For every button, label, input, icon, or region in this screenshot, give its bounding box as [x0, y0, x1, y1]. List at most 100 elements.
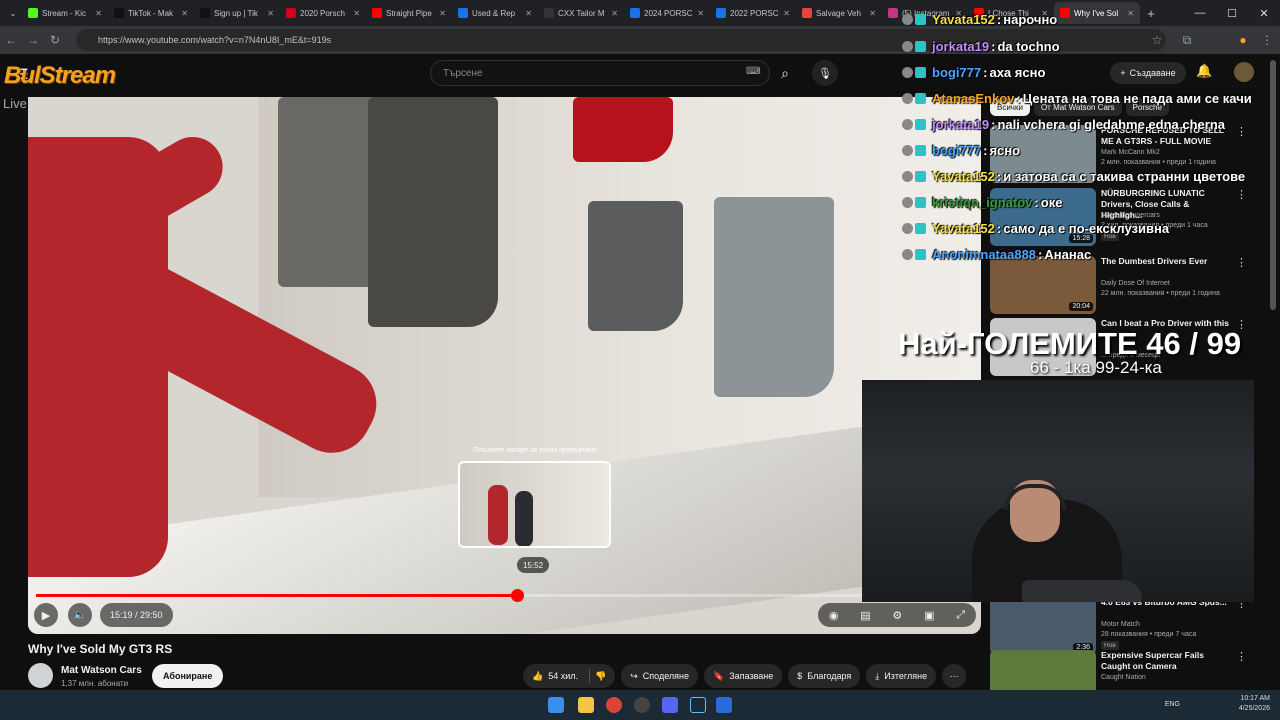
play-button[interactable]: ▶ — [34, 603, 58, 627]
chat-badge-icon — [915, 222, 926, 234]
more-options-icon[interactable]: ⋮ — [1236, 125, 1247, 138]
chat-badge-icon — [915, 92, 926, 104]
search-icon[interactable]: ⌕ — [770, 60, 800, 86]
create-label: Създаване — [1129, 68, 1176, 78]
close-icon[interactable]: ✕ — [1248, 0, 1280, 26]
video-frame-swatch — [714, 197, 834, 397]
keyboard-icon[interactable]: ⌨ — [746, 66, 760, 77]
browser-tab[interactable]: Used & Rep ✕ — [452, 2, 538, 24]
subtitles-icon[interactable]: ▤ — [860, 609, 870, 622]
chat-separator: : — [991, 116, 996, 132]
new-tab-button[interactable]: + — [1140, 2, 1162, 24]
recommendation-channel[interactable]: Motor Match — [1101, 621, 1140, 628]
recommendation-channel[interactable]: Mark McCann Mk2 — [1101, 149, 1160, 156]
browser-tab[interactable]: Stream - Kic ✕ — [22, 2, 108, 24]
tab-close-icon[interactable]: ✕ — [1127, 9, 1134, 18]
file-explorer-icon[interactable] — [578, 697, 594, 713]
tab-close-icon[interactable]: ✕ — [525, 9, 532, 18]
page-scrollbar[interactable] — [1270, 60, 1276, 310]
recommendation-channel[interactable]: Caught Nation — [1101, 674, 1146, 681]
tab-favicon-icon — [630, 8, 640, 18]
more-options-icon[interactable]: ⋮ — [1236, 188, 1247, 201]
fullscreen-icon[interactable]: ⤢ — [956, 609, 965, 622]
obs-icon[interactable] — [634, 697, 650, 713]
video-player[interactable]: Плъзнете нагоре за точно превъртане 15:5… — [28, 97, 981, 634]
start-icon[interactable] — [548, 697, 564, 713]
discord-icon[interactable] — [662, 697, 678, 713]
autoplay-toggle[interactable]: ◉ — [829, 609, 839, 622]
tab-close-icon[interactable]: ✕ — [267, 9, 274, 18]
back-icon[interactable]: ← — [0, 33, 22, 47]
steam-icon[interactable] — [690, 697, 706, 713]
tab-close-icon[interactable]: ✕ — [697, 9, 704, 18]
browser-tab[interactable]: 2024 PORSC ✕ — [624, 2, 710, 24]
browser-tab[interactable]: Salvage Veh ✕ — [796, 2, 882, 24]
chat-text: нарочно — [1003, 11, 1058, 27]
microphone-icon[interactable]: 🎙 — [812, 60, 838, 86]
tab-close-icon[interactable]: ✕ — [611, 9, 618, 18]
download-button[interactable]: ⤓ Изтегляне — [866, 664, 937, 688]
tab-close-icon[interactable]: ✕ — [353, 9, 360, 18]
progress-bar[interactable] — [36, 589, 973, 602]
browser-tab[interactable]: Straight Pipe ✕ — [366, 2, 452, 24]
browser-tab[interactable]: TikTok - Mak ✕ — [108, 2, 194, 24]
browser-tab[interactable]: CXX Tailor M ✕ — [538, 2, 624, 24]
tab-favicon-icon — [802, 8, 812, 18]
miniplayer-icon[interactable]: ▣ — [924, 609, 934, 622]
recommendation-item[interactable]: 20:04 The Dumbest Drivers Ever Daily Dose … — [990, 256, 1258, 316]
share-button[interactable]: ↪ Споделяне — [621, 664, 699, 688]
tab-close-icon[interactable]: ✕ — [439, 9, 446, 18]
maximize-icon[interactable]: ☐ — [1216, 0, 1248, 26]
clock-date[interactable]: 4/25/2026 — [1239, 704, 1270, 714]
webcam-car — [1022, 580, 1142, 602]
reload-icon[interactable]: ↻ — [44, 33, 66, 47]
tab-close-icon[interactable]: ✕ — [181, 9, 188, 18]
recommendation-title[interactable]: Expensive Supercar Fails Caught on Camer… — [1101, 650, 1231, 672]
notifications-bell-icon[interactable]: 🔔 — [1196, 63, 1212, 79]
browser-menu-icon[interactable]: ⋮ — [1256, 33, 1278, 47]
thanks-button[interactable]: $ Благодаря — [788, 664, 861, 688]
clock-time[interactable]: 10:17 AM — [1239, 694, 1270, 704]
recommendation-thumbnail[interactable]: 20:04 — [990, 256, 1096, 314]
like-button[interactable]: 👍 54 хил. 👎 — [523, 664, 616, 688]
streamer-webcam — [862, 380, 1254, 602]
minimize-icon[interactable]: — — [1184, 0, 1216, 26]
language-indicator[interactable]: ENG — [1165, 700, 1180, 710]
tab-close-icon[interactable]: ✕ — [95, 9, 102, 18]
tab-label: Used & Rep — [472, 8, 516, 18]
volume-icon[interactable]: 🔈 — [68, 603, 92, 627]
channel-avatar[interactable] — [28, 663, 53, 688]
browser-tab[interactable]: 2022 PORSC ✕ — [710, 2, 796, 24]
create-button[interactable]: + Създаване — [1110, 62, 1186, 84]
browser-tab[interactable]: Sign up | Tik ✕ — [194, 2, 280, 24]
profile-icon[interactable]: ● — [1232, 33, 1254, 47]
bookmark-star-icon[interactable]: ☆ — [1146, 33, 1168, 47]
save-button[interactable]: 🔖 Запазване — [704, 664, 783, 688]
thumbs-down-icon[interactable]: 👎 — [595, 671, 606, 682]
more-options-icon[interactable]: ⋮ — [1236, 650, 1247, 663]
forward-icon[interactable]: → — [22, 33, 44, 47]
app-icon[interactable] — [716, 697, 732, 713]
tab-list-button[interactable]: ⌄ — [4, 2, 22, 24]
browser-tab[interactable]: Why I've Sol ✕ — [1054, 2, 1140, 24]
chat-username: jorkata19 — [932, 116, 990, 132]
extensions-icon[interactable]: ⧉ — [1176, 33, 1198, 48]
settings-gear-icon[interactable]: ⚙ — [892, 609, 902, 622]
tab-close-icon[interactable]: ✕ — [869, 9, 876, 18]
channel-name[interactable]: Mat Watson Cars — [61, 665, 142, 676]
browser-tab[interactable]: 2020 Porsch ✕ — [280, 2, 366, 24]
chat-username: bogi777 — [932, 142, 982, 158]
account-avatar[interactable] — [1234, 62, 1254, 82]
recommendation-channel[interactable]: Daily Dose Of Internet — [1101, 280, 1170, 287]
recommendation-thumbnail[interactable]: 2:36 — [990, 597, 1096, 655]
chrome-icon[interactable] — [606, 697, 622, 713]
recommendation-title[interactable]: The Dumbest Drivers Ever — [1101, 256, 1231, 267]
recommendation-item[interactable]: 2:36 4.0 E63 vs Biturbo AMG Spds... Motor … — [990, 597, 1258, 657]
more-actions-button[interactable]: ⋯ — [942, 664, 967, 688]
chat-badge-icon — [902, 222, 913, 234]
more-options-icon[interactable]: ⋮ — [1236, 256, 1247, 269]
search-input[interactable]: Търсене — [430, 60, 770, 86]
subscribe-button[interactable]: Абониране — [152, 664, 224, 688]
tab-close-icon[interactable]: ✕ — [783, 9, 790, 18]
scrubber-handle[interactable] — [510, 589, 524, 602]
